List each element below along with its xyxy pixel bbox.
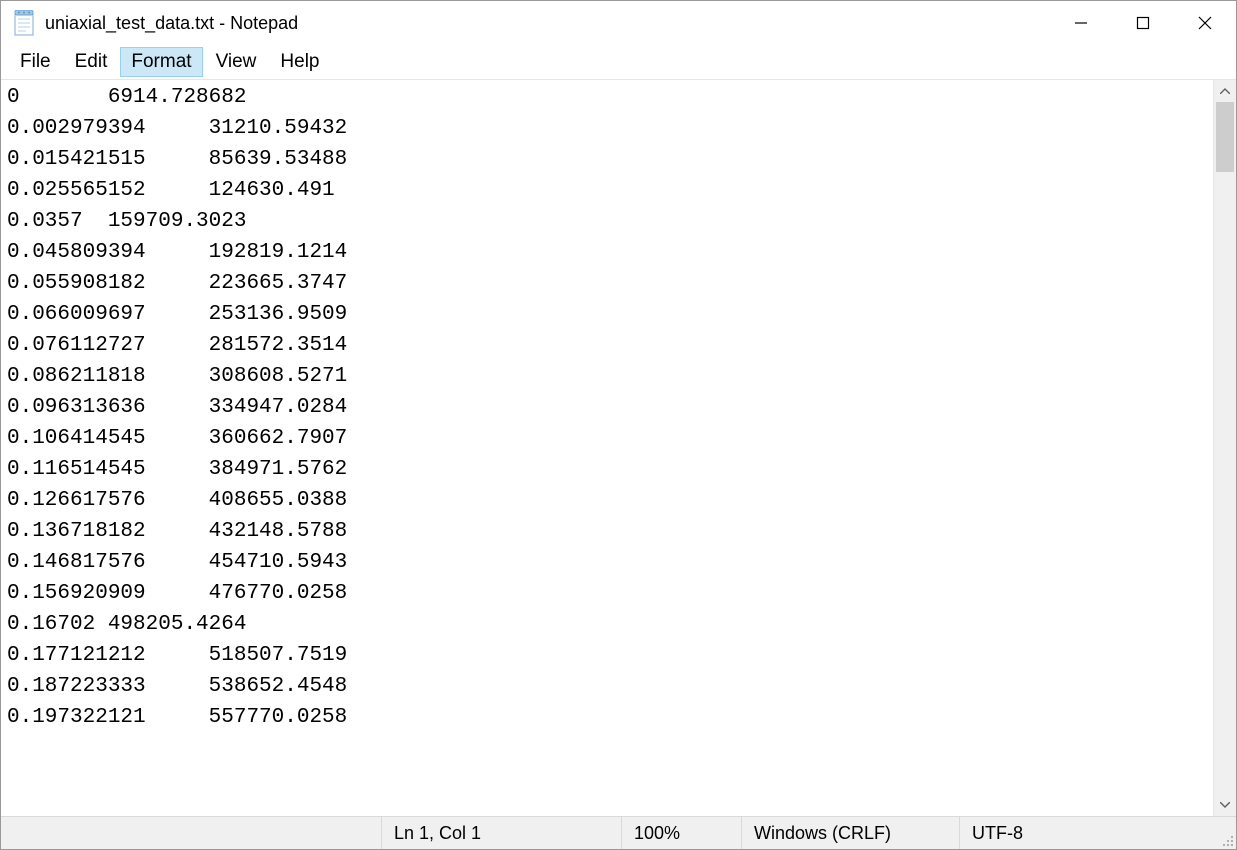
status-zoom: 100% bbox=[621, 817, 741, 849]
scroll-up-arrow-icon[interactable] bbox=[1214, 80, 1236, 102]
menu-view[interactable]: View bbox=[205, 47, 268, 77]
text-editor[interactable]: 0 6914.728682 0.002979394 31210.59432 0.… bbox=[1, 80, 1213, 816]
menu-file[interactable]: File bbox=[9, 47, 62, 77]
minimize-button[interactable] bbox=[1050, 1, 1112, 45]
menu-bar: File Edit Format View Help bbox=[1, 45, 1236, 80]
menu-edit[interactable]: Edit bbox=[64, 47, 119, 77]
status-bar: Ln 1, Col 1 100% Windows (CRLF) UTF-8 bbox=[1, 816, 1236, 849]
vertical-scrollbar[interactable] bbox=[1213, 80, 1236, 816]
content-area: 0 6914.728682 0.002979394 31210.59432 0.… bbox=[1, 80, 1236, 816]
menu-format[interactable]: Format bbox=[120, 47, 202, 77]
resize-grip-icon[interactable] bbox=[1216, 817, 1236, 849]
title-bar[interactable]: uniaxial_test_data.txt - Notepad bbox=[1, 1, 1236, 45]
close-button[interactable] bbox=[1174, 1, 1236, 45]
status-encoding: UTF-8 bbox=[959, 817, 1216, 849]
window-controls bbox=[1050, 1, 1236, 45]
maximize-button[interactable] bbox=[1112, 1, 1174, 45]
menu-help[interactable]: Help bbox=[269, 47, 330, 77]
notepad-app-icon bbox=[11, 10, 37, 36]
status-line-endings: Windows (CRLF) bbox=[741, 817, 959, 849]
scroll-thumb[interactable] bbox=[1216, 102, 1234, 172]
window-title: uniaxial_test_data.txt - Notepad bbox=[45, 13, 1050, 34]
scroll-down-arrow-icon[interactable] bbox=[1214, 794, 1236, 816]
notepad-window: uniaxial_test_data.txt - Notepad File Ed… bbox=[0, 0, 1237, 850]
status-cursor-position: Ln 1, Col 1 bbox=[381, 817, 621, 849]
